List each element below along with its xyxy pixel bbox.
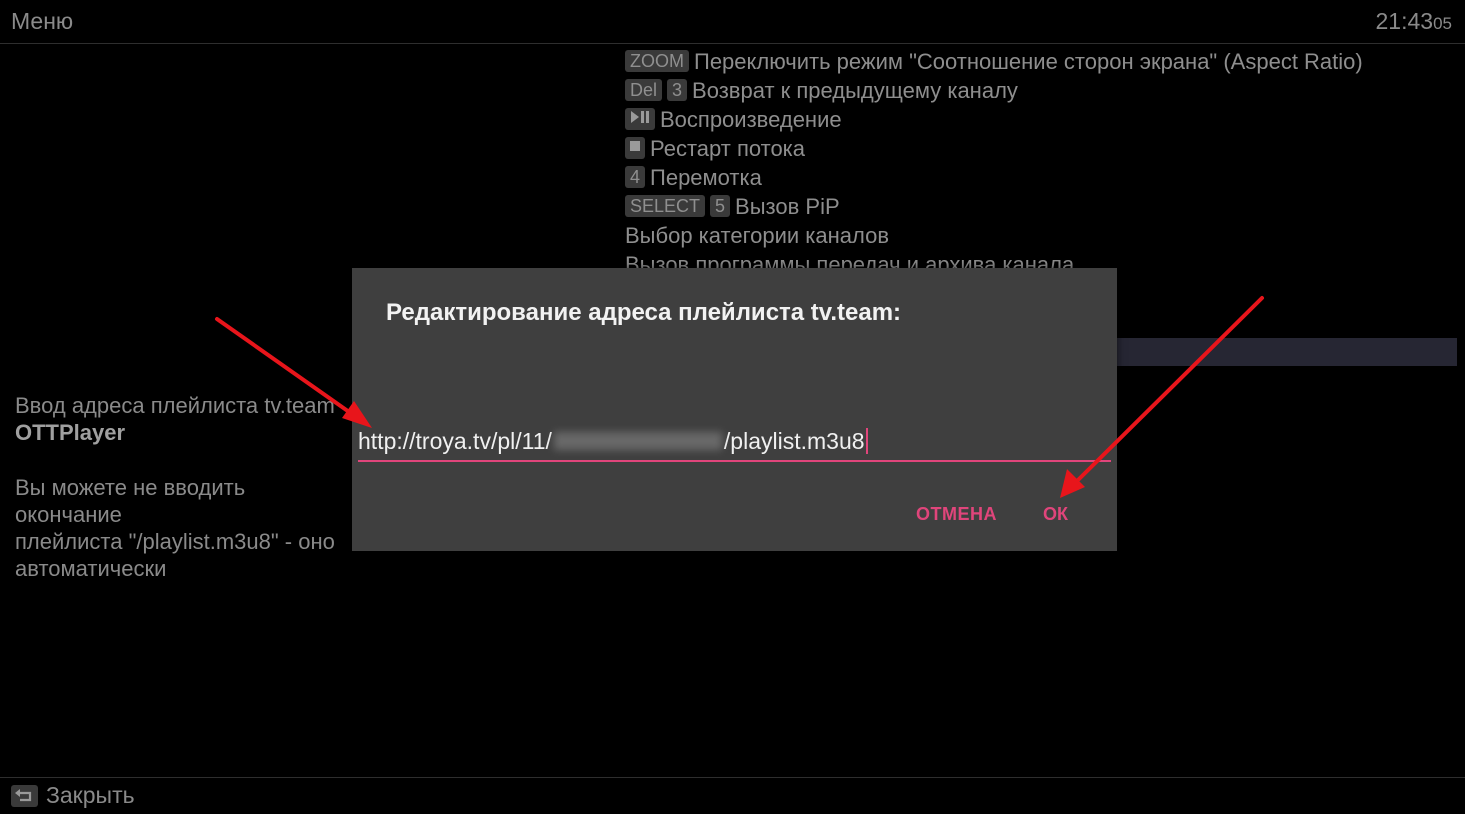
help-line: Вы можете не вводить окончание	[15, 475, 246, 527]
key-select: SELECT	[625, 195, 706, 218]
url-prefix: http://troya.tv/pl/11/	[358, 428, 552, 454]
help-line: Ввод адреса плейлиста tv.team	[15, 393, 335, 418]
stop-icon	[625, 137, 645, 160]
hotkey-text: Вызов PiP	[735, 194, 840, 219]
hotkey-text: Возврат к предыдущему каналу	[692, 78, 1018, 103]
hotkey-list: ZOOM Переключить режим "Соотношение сторо…	[625, 47, 1460, 270]
hotkey-row: Вызов программы передач и архива канала	[625, 250, 1460, 270]
menu-title: Меню	[11, 8, 74, 34]
help-line: плейлиста "/playlist.m3u8" - оно	[15, 529, 335, 554]
help-line-bold: OTTPlayer	[15, 420, 126, 445]
hotkey-row: Del 3 Возврат к предыдущему каналу	[625, 76, 1460, 105]
back-icon	[11, 784, 38, 807]
dialog-title: Редактирование адреса плейлиста tv.team:	[386, 299, 902, 326]
text-caret	[865, 428, 868, 454]
close-label: Закрыть	[46, 782, 135, 808]
hotkey-row: Рестарт потока	[625, 134, 1460, 163]
bottom-bar: Закрыть	[0, 777, 1465, 814]
key-4: 4	[625, 166, 646, 189]
hotkey-text: Воспроизведение	[660, 107, 842, 132]
clock-time: 21:43	[1375, 8, 1434, 34]
top-bar: Меню 21:4305	[0, 0, 1465, 44]
hotkey-row: 4 Перемотка	[625, 163, 1460, 192]
url-suffix: /playlist.m3u8	[723, 428, 865, 454]
cancel-button[interactable]: ОТМЕНА	[916, 504, 997, 525]
help-line: автоматически	[15, 556, 167, 581]
play-pause-icon	[625, 108, 655, 131]
ok-button[interactable]: ОК	[1043, 504, 1068, 525]
key-del: Del	[625, 79, 663, 102]
edit-playlist-dialog: Редактирование адреса плейлиста tv.team:…	[352, 268, 1117, 551]
key-5: 5	[710, 195, 731, 218]
help-text: Ввод адреса плейлиста tv.team OTTPlayer …	[15, 392, 355, 582]
clock-seconds: 05	[1433, 14, 1452, 33]
hotkey-row: ZOOM Переключить режим "Соотношение сторо…	[625, 47, 1460, 76]
clock: 21:4305	[1376, 8, 1452, 35]
playlist-url-input[interactable]: http://troya.tv/pl/11/ /playlist.m3u8	[358, 422, 1111, 462]
close-button[interactable]: Закрыть	[11, 782, 135, 809]
selected-menu-item	[1116, 338, 1457, 366]
hotkey-row: Воспроизведение	[625, 105, 1460, 134]
key-zoom: ZOOM	[625, 50, 689, 73]
hotkey-text: Выбор категории каналов	[625, 223, 890, 248]
hotkey-row: SELECT 5 Вызов PiP	[625, 192, 1460, 221]
key-3: 3	[667, 79, 688, 102]
hotkey-text: Переключить режим "Соотношение сторон эк…	[694, 49, 1363, 74]
hotkey-text: Рестарт потока	[650, 136, 806, 161]
hotkey-row: Выбор категории каналов	[625, 221, 1460, 250]
redacted-token	[553, 432, 722, 450]
hotkey-text: Перемотка	[650, 165, 762, 190]
